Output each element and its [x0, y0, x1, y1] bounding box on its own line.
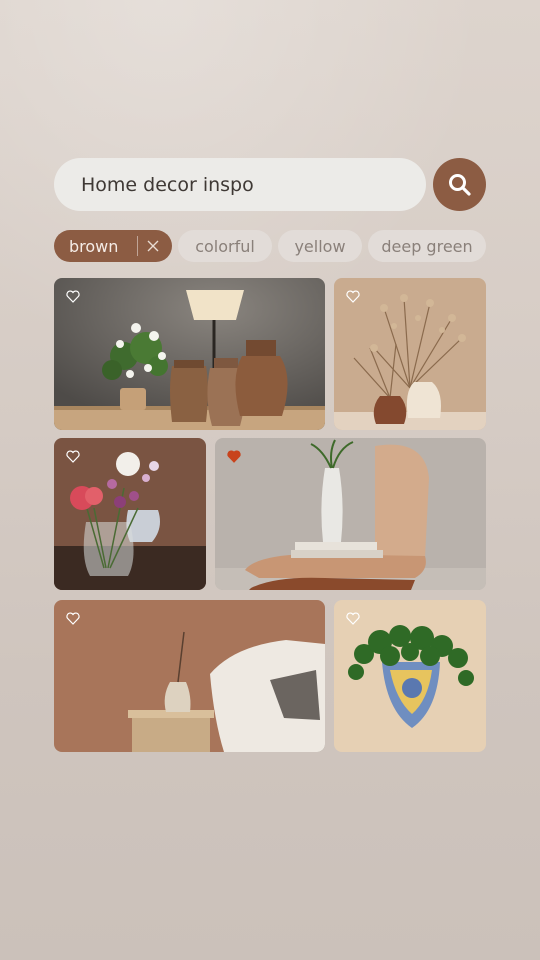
chip-label: deep green: [381, 236, 473, 256]
heart-icon[interactable]: [346, 612, 360, 625]
result-image[interactable]: [334, 600, 486, 752]
close-icon[interactable]: [145, 238, 161, 254]
chip-label: colorful: [195, 236, 255, 256]
result-image[interactable]: [334, 278, 486, 430]
heart-icon[interactable]: [66, 612, 80, 625]
search-icon: [448, 173, 471, 196]
photo-wooden-chair: [215, 438, 486, 590]
chip-deep-green[interactable]: deep green: [368, 230, 486, 262]
photo-armchair: [54, 600, 325, 752]
chip-colorful[interactable]: colorful: [178, 230, 272, 262]
heart-icon[interactable]: [346, 290, 360, 303]
search-button[interactable]: [433, 158, 486, 211]
chip-divider: [137, 236, 138, 256]
result-image[interactable]: [54, 438, 206, 590]
chip-label: yellow: [294, 236, 346, 256]
search-input[interactable]: [79, 172, 403, 197]
chip-brown[interactable]: brown: [54, 230, 172, 262]
heart-icon[interactable]: [227, 450, 241, 463]
heart-icon[interactable]: [66, 290, 80, 303]
chip-yellow[interactable]: yellow: [278, 230, 362, 262]
result-image[interactable]: [54, 600, 325, 752]
photo-lamp-vases: [54, 278, 325, 430]
heart-icon[interactable]: [66, 450, 80, 463]
search-bar[interactable]: [54, 158, 426, 211]
result-image[interactable]: [54, 278, 325, 430]
result-image[interactable]: [215, 438, 486, 590]
chip-label: brown: [69, 236, 119, 256]
